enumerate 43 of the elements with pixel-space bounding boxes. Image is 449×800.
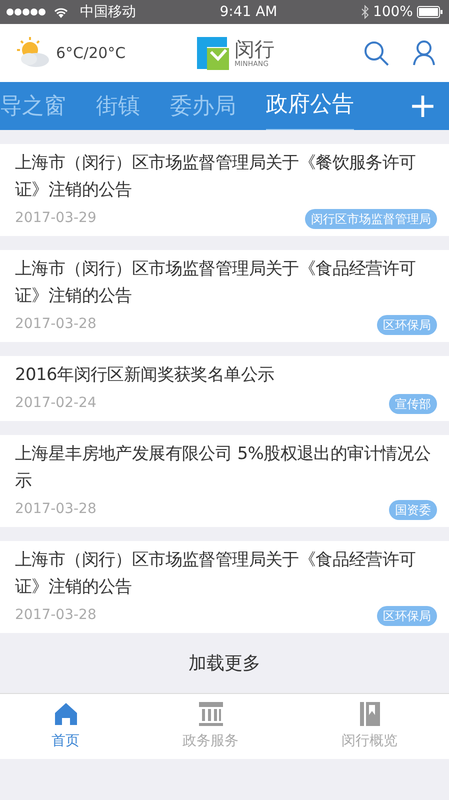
article-date: 2017-03-29: [15, 209, 96, 228]
battery-percent: 100%: [372, 2, 413, 22]
article-card[interactable]: 上海市（闵行）区市场监督管理局关于《食品经营许可证》注销的公告 2017-03-28 区环保局: [0, 541, 449, 633]
article-title: 上海星丰房地产发展有限公司 5%股权退出的审计情况公示: [15, 443, 432, 493]
status-time: 9:41 AM: [220, 2, 278, 22]
article-card[interactable]: 2016年闵行区新闻奖获奖名单公示 2017-02-24 宣传部: [0, 356, 449, 421]
article-date: 2017-02-24: [15, 394, 96, 413]
load-more-button[interactable]: 加载更多: [188, 650, 260, 676]
article-date: 2017-03-28: [15, 315, 96, 334]
wifi-icon: [54, 6, 68, 18]
add-tab-button[interactable]: +: [396, 89, 449, 123]
battery-icon: [416, 6, 443, 18]
article-card[interactable]: 上海市（闵行）区市场监督管理局关于《餐饮服务许可证》注销的公告 2017-03-29 闵行区市场监督管理局: [0, 144, 449, 236]
article-title: 上海市（闵行）区市场监督管理局关于《食品经营许可证》注销的公告: [15, 549, 417, 599]
tab[interactable]: 政府公告: [266, 88, 354, 130]
article-title: 上海市（闵行）区市场监督管理局关于《食品经营许可证》注销的公告: [15, 258, 417, 308]
weather-temperature: 6°C/20°C: [56, 42, 126, 64]
article-date: 2017-03-28: [15, 500, 96, 519]
home-icon: [52, 701, 78, 727]
tab[interactable]: 委办局: [170, 90, 236, 130]
tab[interactable]: 导之窗: [0, 90, 66, 130]
logo-icon: [194, 34, 230, 72]
bluetooth-icon: [360, 5, 369, 19]
nav-tab[interactable]: 闵行概览: [290, 694, 449, 759]
nav-tab[interactable]: 首页: [0, 694, 131, 759]
department-tag: 国资委: [389, 500, 437, 520]
department-tag: 区环保局: [377, 314, 437, 334]
department-tag: 区环保局: [377, 606, 437, 626]
article-card[interactable]: 上海星丰房地产发展有限公司 5%股权退出的审计情况公示 2017-03-28 国资委: [0, 435, 449, 527]
carrier-name: 中国移动: [80, 2, 136, 22]
department-tag: 闵行区市场监督管理局: [305, 208, 437, 228]
article-title: 上海市（闵行）区市场监督管理局关于《餐饮服务许可证》注销的公告: [15, 152, 417, 202]
logo-text: 闵行: [234, 38, 274, 58]
weather-icon: [14, 37, 52, 69]
article-date: 2017-03-28: [15, 606, 96, 625]
search-icon[interactable]: [363, 40, 389, 66]
nav-tab[interactable]: 政务服务: [131, 694, 290, 759]
user-icon[interactable]: [413, 40, 435, 66]
article-card[interactable]: 上海市（闵行）区市场监督管理局关于《食品经营许可证》注销的公告 2017-03-28 区环保局: [0, 250, 449, 342]
tab[interactable]: 街镇: [96, 90, 140, 130]
article-title: 2016年闵行区新闻奖获奖名单公示: [15, 364, 276, 387]
building-icon: [198, 701, 224, 727]
department-tag: 宣传部: [389, 394, 437, 414]
